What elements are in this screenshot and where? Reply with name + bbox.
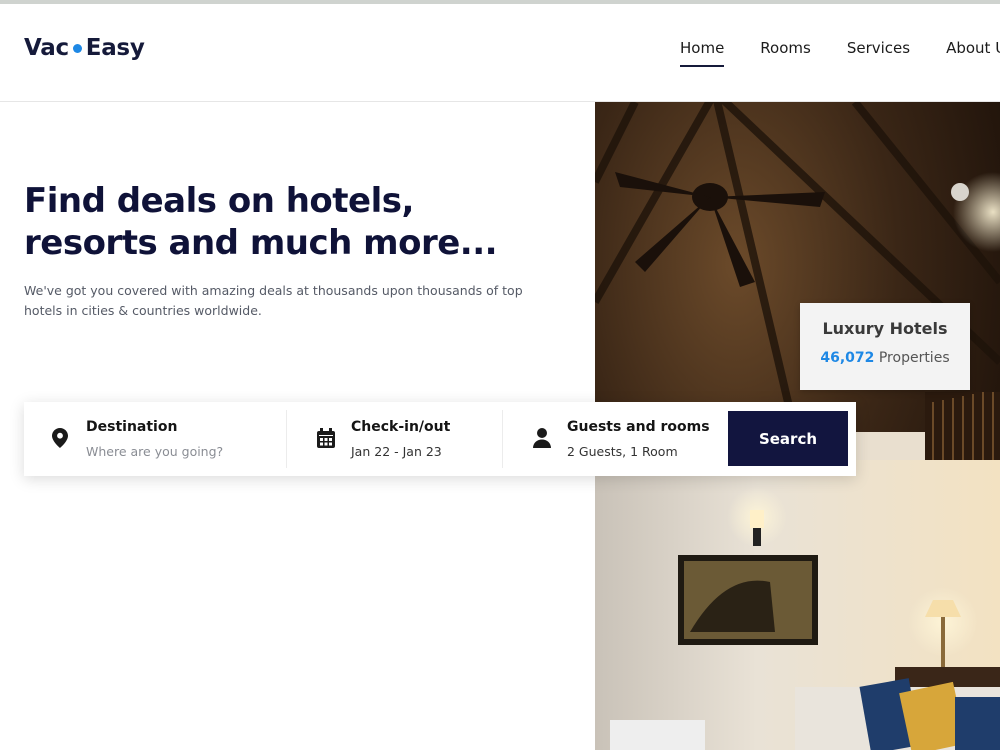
nav-home[interactable]: Home	[680, 39, 725, 67]
search-bar: Destination Check-in/out Jan 22 - Jan 23…	[24, 402, 856, 476]
nav-rooms[interactable]: Rooms	[760, 39, 811, 57]
luxury-card-title: Luxury Hotels	[822, 319, 948, 338]
guests-rooms-label: Guests and rooms	[567, 419, 710, 435]
hero-title-line-2: resorts and much more...	[24, 223, 498, 263]
brand-name-right: Easy	[85, 35, 145, 61]
nav-about-us[interactable]: About Us	[946, 39, 1000, 57]
hero-title-line-1: Find deals on hotels,	[24, 181, 414, 221]
nav-services[interactable]: Services	[847, 39, 910, 57]
site-header: Vac Easy Home Rooms Services About Us	[0, 4, 1000, 102]
map-pin-icon	[52, 428, 68, 452]
destination-input[interactable]	[86, 444, 266, 459]
main-nav: Home Rooms Services About Us	[680, 39, 1000, 67]
luxury-card-suffix: Properties	[874, 350, 950, 366]
check-in-out-field[interactable]: Check-in/out Jan 22 - Jan 23	[287, 402, 502, 476]
brand-name-left: Vac	[24, 35, 69, 61]
calendar-icon	[317, 428, 335, 452]
hero-title: Find deals on hotels, resorts and much m…	[24, 180, 498, 264]
luxury-card-count: 46,072	[820, 350, 875, 366]
hero-subtitle: We've got you covered with amazing deals…	[24, 283, 523, 318]
destination-field[interactable]: Destination	[24, 402, 286, 476]
check-in-out-value: Jan 22 - Jan 23	[351, 444, 442, 459]
luxury-card-properties: 46,072 Properties	[800, 350, 970, 366]
check-in-out-label: Check-in/out	[351, 419, 451, 435]
person-icon	[533, 428, 551, 452]
brand-logo[interactable]: Vac Easy	[24, 35, 145, 61]
search-button[interactable]: Search	[728, 411, 848, 466]
guests-rooms-field[interactable]: Guests and rooms 2 Guests, 1 Room	[503, 402, 718, 476]
destination-label: Destination	[86, 419, 178, 435]
guests-rooms-value: 2 Guests, 1 Room	[567, 444, 678, 459]
luxury-hotels-card[interactable]: Luxury Hotels 46,072 Properties	[800, 303, 970, 390]
brand-dot-icon	[72, 43, 82, 53]
